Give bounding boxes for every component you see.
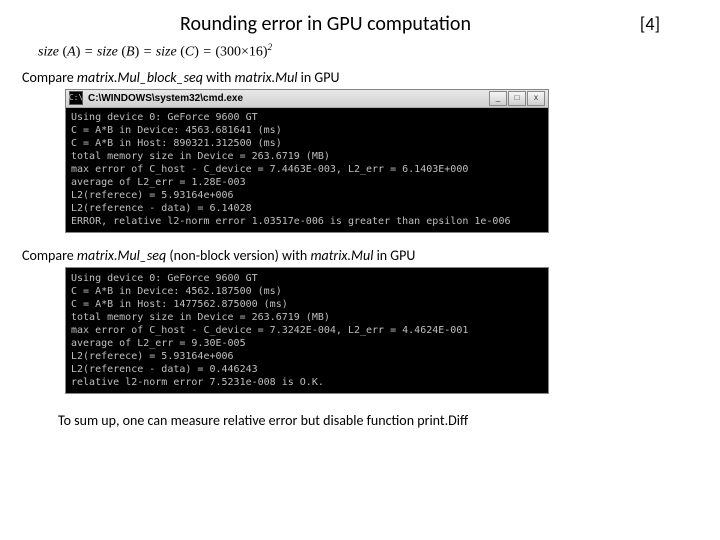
summary-line: To sum up, one can measure relative erro…	[58, 412, 700, 429]
terminal-window-1: C:\ C:\WINDOWS\system32\cmd.exe _ □ x Us…	[65, 89, 549, 233]
close-button[interactable]: x	[527, 91, 545, 106]
caption-1: Compare matrix.Mul_block_seq with matrix…	[22, 69, 700, 86]
reference-number: [4]	[640, 13, 660, 35]
maximize-button[interactable]: □	[508, 91, 526, 106]
size-formula: size (A) = size (B) = size (C) = (300×16…	[38, 42, 700, 61]
terminal-window-2: Using device 0: GeForce 9600 GT C = A*B …	[65, 267, 549, 394]
terminal-titlebar: C:\ C:\WINDOWS\system32\cmd.exe _ □ x	[66, 90, 548, 108]
terminal-output-1: Using device 0: GeForce 9600 GT C = A*B …	[66, 108, 548, 232]
minimize-button[interactable]: _	[489, 91, 507, 106]
terminal-output-2: Using device 0: GeForce 9600 GT C = A*B …	[66, 268, 548, 393]
cmd-icon: C:\	[69, 91, 83, 105]
terminal-title-text: C:\WINDOWS\system32\cmd.exe	[88, 93, 489, 104]
slide-title: Rounding error in GPU computation	[180, 12, 471, 36]
caption-2: Compare matrix.Mul_seq (non-block versio…	[22, 247, 700, 264]
